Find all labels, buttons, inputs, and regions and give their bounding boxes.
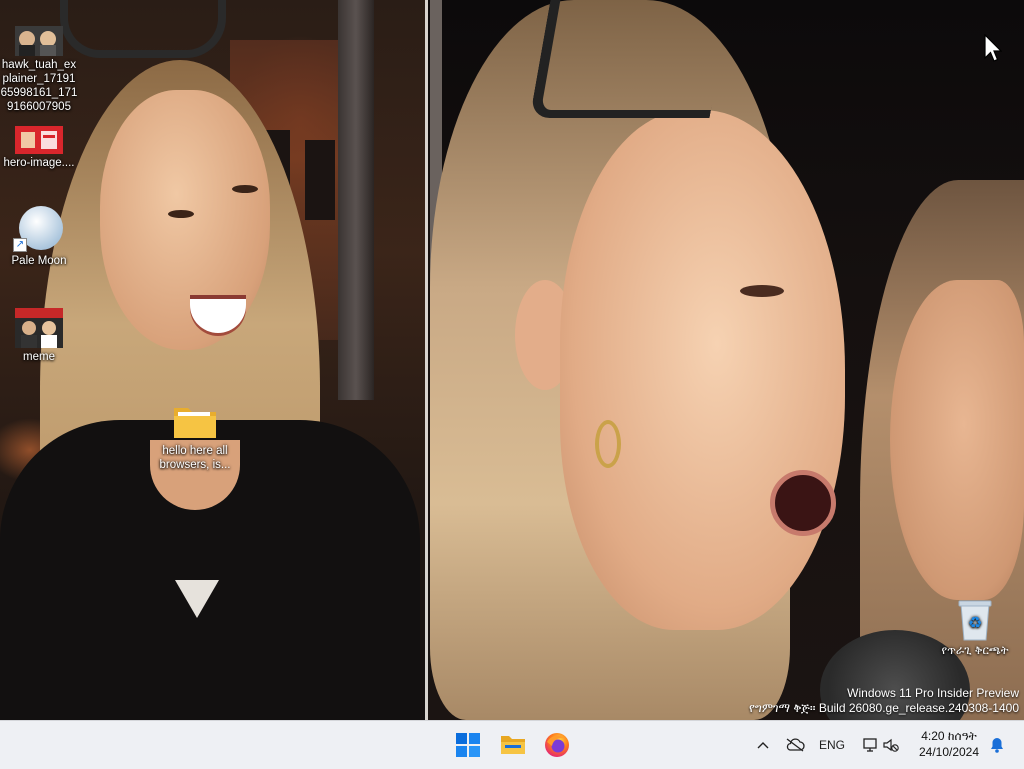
- cloud-offline-icon: [786, 738, 805, 752]
- wallpaper-eye: [232, 185, 258, 193]
- windows-insider-watermark: Windows 11 Pro Insider Preview የግምገማ ቅጅ።…: [749, 686, 1019, 716]
- firefox-button[interactable]: [539, 727, 575, 763]
- desktop-icon-label-line: hawk_tuah_ex: [1, 59, 77, 71]
- chevron-up-icon: [757, 742, 769, 749]
- wallpaper-mouth: [770, 470, 836, 536]
- desktop-icon-hero-image[interactable]: hero-image....: [0, 126, 78, 170]
- file-explorer-icon: [501, 736, 525, 754]
- shortcut-arrow-icon: ↗: [13, 238, 27, 252]
- wallpaper-pole: [338, 0, 374, 400]
- folder-icon: [174, 408, 216, 438]
- start-button[interactable]: [450, 727, 486, 763]
- volume-muted-icon: [883, 738, 899, 752]
- desktop-wallpaper: [0, 0, 1024, 720]
- desktop-icon-recycle-bin[interactable]: ♻ የጥራጊ ቅርጫት: [936, 598, 1014, 658]
- desktop-icon-label: Pale Moon: [11, 255, 67, 267]
- clock-time: 4:20 ከሰዓት: [921, 729, 977, 743]
- desktop-icon-meme[interactable]: meme: [0, 308, 78, 364]
- svg-text:♻: ♻: [968, 613, 982, 632]
- wallpaper-face: [560, 110, 845, 630]
- watermark-build: የግምገማ ቅጅ። Build 26080.ge_release.240308-…: [749, 701, 1019, 715]
- desktop-icon-label-line: hello here all: [162, 445, 228, 457]
- image-file-icon: [15, 308, 63, 348]
- show-hidden-icons-button[interactable]: [752, 721, 774, 769]
- wallpaper-face: [890, 280, 1024, 600]
- bell-icon: [991, 738, 1003, 753]
- watermark-edition: Windows 11 Pro Insider Preview: [847, 686, 1019, 700]
- network-volume-button[interactable]: [858, 721, 904, 769]
- desktop-icon-label-line: plainer_17191: [2, 73, 76, 85]
- wallpaper-sunglasses: [60, 0, 226, 58]
- desktop-icon-label-line: browsers, is...: [159, 459, 231, 471]
- taskbar: ENG 4:20 ከሰዓት 24/10/2024: [0, 720, 1024, 769]
- file-explorer-button[interactable]: [495, 727, 531, 763]
- wallpaper-sunglasses: [529, 0, 731, 118]
- image-file-icon: [15, 126, 63, 154]
- notification-center-button[interactable]: [986, 721, 1008, 769]
- input-language-button[interactable]: ENG: [815, 721, 849, 769]
- recycle-bin-icon: ♻: [958, 600, 992, 641]
- wallpaper-pendant: [175, 580, 219, 618]
- firefox-icon: [545, 733, 569, 757]
- desktop-icon-label: meme: [23, 351, 55, 363]
- desktop-icon-label: hero-image....: [3, 157, 75, 169]
- wallpaper-window: [305, 140, 335, 220]
- wallpaper-earring: [595, 420, 621, 468]
- clock-date: 24/10/2024: [918, 745, 980, 759]
- network-icon: [863, 738, 877, 752]
- system-clock[interactable]: 4:20 ከሰዓት 24/10/2024: [910, 728, 988, 760]
- desktop-icon-hawk-tuah[interactable]: hawk_tuah_ex plainer_17191 65998161_171 …: [0, 26, 78, 114]
- wallpaper-eye: [740, 285, 784, 297]
- image-file-icon: [15, 26, 63, 56]
- mouse-cursor-icon: [984, 34, 1002, 62]
- desktop-icon-label-line: 9166007905: [7, 101, 71, 113]
- desktop-icon-label-line: 65998161_171: [0, 87, 78, 99]
- desktop-icon-label: የጥራጊ ቅርጫት: [941, 645, 1009, 657]
- language-indicator: ENG: [818, 738, 845, 752]
- desktop-icon-pale-moon[interactable]: ↗ Pale Moon: [0, 204, 78, 268]
- onedrive-status-button[interactable]: [782, 721, 808, 769]
- windows-start-icon: [456, 733, 480, 757]
- desktop-icon-folder[interactable]: hello here all browsers, is...: [156, 402, 234, 472]
- wallpaper-eye: [168, 210, 194, 218]
